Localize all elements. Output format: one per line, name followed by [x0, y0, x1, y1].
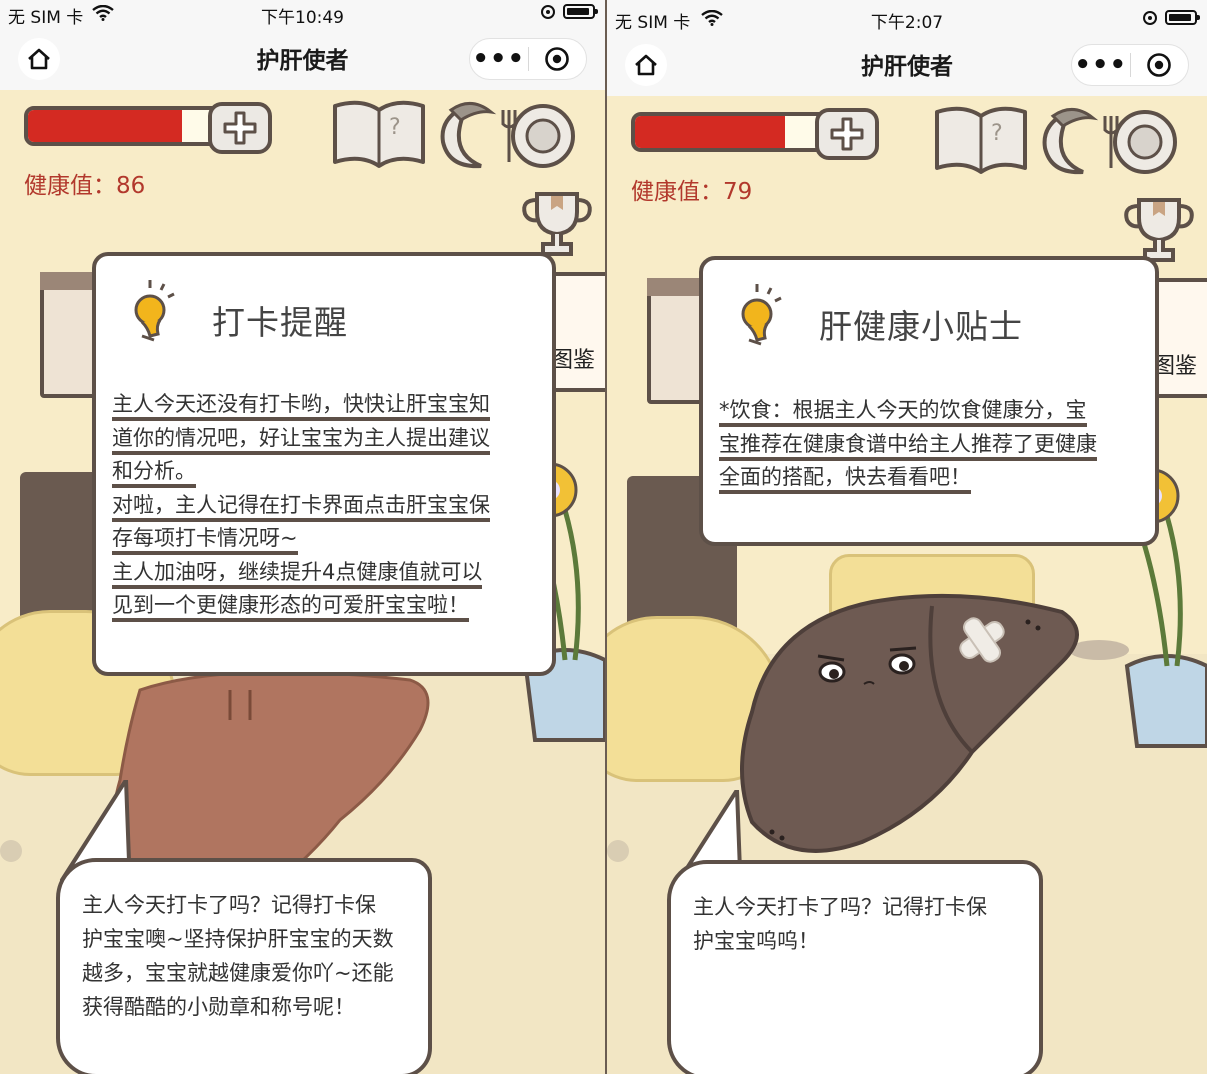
speech-bubble: 主人今天打卡了吗？记得打卡保 护宝宝噢~坚持保护肝宝宝的天数 越多，宝宝就越健康…: [56, 858, 432, 1074]
svg-text:?: ?: [991, 121, 1003, 146]
card-line: 主人今天还没有打卡哟，快快让肝宝宝知: [112, 392, 490, 421]
nav-bar: 护肝使者 •••: [0, 28, 605, 90]
card-line: 主人加油呀，继续提升4点健康值就可以: [112, 559, 483, 589]
card-line: 宝推荐在健康食谱中给主人推荐了更健康: [719, 431, 1097, 461]
health-bar-fill: [635, 116, 785, 148]
collection-label: 图鉴: [1152, 354, 1197, 379]
svg-text:?: ?: [389, 115, 401, 140]
status-time: 下午10:49: [261, 8, 344, 28]
more-dots-icon[interactable]: •••: [470, 46, 528, 72]
card-line: 存每项打卡情况呀~: [112, 526, 298, 555]
speech-line: 主人今天打卡了吗？记得打卡保: [693, 895, 987, 919]
add-health-button[interactable]: [208, 102, 272, 154]
close-program-button[interactable]: [529, 46, 587, 72]
game-scene: 图鉴 健康值：79 ? 肝健康小贴士 *饮食：根据主人今天的饮食健康分，宝 宝推…: [607, 96, 1207, 1074]
speech-bubble: 主人今天打卡了吗？记得打卡保 护宝宝呜呜！: [667, 860, 1043, 1074]
left-screen: 无 SIM 卡 下午10:49 护肝使者 ••• 图鉴 健康值：86 ? 打卡提…: [0, 0, 605, 1074]
target-icon: [1147, 53, 1172, 77]
screenshot-pair: 无 SIM 卡 下午10:49 护肝使者 ••• 图鉴 健康值：86 ? 打卡提…: [0, 0, 1207, 1074]
mini-program-capsule: •••: [469, 38, 587, 80]
game-scene: 图鉴 健康值：86 ? 打卡提醒 主人今天还没有打卡哟，快快让肝宝宝知 道你的情…: [0, 90, 605, 1074]
plus-icon: [830, 117, 864, 151]
add-health-button[interactable]: [815, 108, 879, 160]
nav-bar: 护肝使者 •••: [607, 34, 1207, 96]
battery-icon: [1165, 10, 1200, 25]
top-icon-row: ?: [333, 100, 575, 169]
health-bar: [631, 112, 831, 152]
more-dots-icon[interactable]: •••: [1072, 52, 1130, 78]
right-screen: 无 SIM 卡 下午2:07 护肝使者 ••• 图鉴 健康值：79 ? 肝健康小…: [607, 0, 1207, 1074]
card-body: 主人今天还没有打卡哟，快快让肝宝宝知 道你的情况吧，好让宝宝为主人提出建议 和分…: [112, 388, 536, 623]
plate-fork-icon[interactable]: [1103, 110, 1177, 174]
lightbulb-icon: [741, 284, 782, 346]
card-title: 打卡提醒: [212, 303, 348, 342]
health-value-label: 健康值：79: [631, 179, 753, 205]
trophy-icon[interactable]: [1119, 194, 1199, 264]
speech-line: 主人今天打卡了吗？记得打卡保: [82, 893, 376, 917]
collection-label: 图鉴: [550, 348, 595, 373]
speech-line: 护宝宝噢~坚持保护肝宝宝的天数: [82, 927, 394, 951]
health-bar-fill: [28, 110, 182, 142]
trophy-icon[interactable]: [517, 188, 597, 258]
book-icon[interactable]: ?: [935, 106, 1027, 174]
status-bar: 无 SIM 卡 下午2:07: [607, 0, 1207, 34]
moon-sleep-icon[interactable]: [1042, 108, 1099, 175]
close-program-button[interactable]: [1131, 52, 1189, 78]
reminder-card: 打卡提醒 主人今天还没有打卡哟，快快让肝宝宝知 道你的情况吧，好让宝宝为主人提出…: [92, 252, 556, 676]
plus-icon: [223, 111, 257, 145]
orientation-lock-icon: [541, 4, 555, 19]
speech-line: 获得酷酷的小勋章和称号呢！: [82, 995, 355, 1019]
speech-line: 越多，宝宝就越健康爱你吖~还能: [82, 961, 394, 985]
status-time: 下午2:07: [870, 13, 944, 33]
speech-bubble-text: 主人今天打卡了吗？记得打卡保 护宝宝噢~坚持保护肝宝宝的天数 越多，宝宝就越健康…: [82, 888, 418, 1024]
orientation-lock-icon: [1143, 10, 1157, 25]
card-line: 全面的搭配，快去看看吧！: [719, 465, 971, 494]
card-line: 道你的情况吧，好让宝宝为主人提出建议: [112, 425, 490, 455]
floor-dot: [0, 840, 22, 862]
card-line: *饮食：根据主人今天的饮食健康分，宝: [719, 398, 1087, 427]
top-icon-row: ?: [935, 106, 1177, 175]
sick-liver-mascot[interactable]: [732, 592, 1092, 862]
moon-sleep-icon[interactable]: [440, 102, 497, 169]
speech-line: 护宝宝呜呜！: [693, 929, 819, 953]
lightbulb-icon: [134, 280, 175, 342]
card-line: 对啦，主人记得在打卡界面点击肝宝宝保: [112, 492, 490, 522]
speech-bubble-text: 主人今天打卡了吗？记得打卡保 护宝宝呜呜！: [693, 890, 1029, 958]
health-bar: [24, 106, 224, 146]
status-bar: 无 SIM 卡 下午10:49: [0, 0, 605, 28]
book-icon[interactable]: ?: [333, 100, 425, 168]
card-line: 和分析。: [112, 459, 196, 488]
floor-dot: [607, 840, 629, 862]
health-value-label: 健康值：86: [24, 173, 146, 199]
card-line: 见到一个更健康形态的可爱肝宝宝啦！: [112, 593, 469, 622]
plate-fork-icon[interactable]: [501, 104, 575, 168]
mini-program-capsule: •••: [1071, 44, 1189, 86]
tips-card: 肝健康小贴士 *饮食：根据主人今天的饮食健康分，宝 宝推荐在健康食谱中给主人推荐…: [699, 256, 1159, 546]
target-icon: [545, 47, 570, 71]
battery-icon: [563, 4, 598, 19]
card-body: *饮食：根据主人今天的饮食健康分，宝 宝推荐在健康食谱中给主人推荐了更健康 全面…: [719, 394, 1139, 495]
card-title: 肝健康小贴士: [819, 307, 1023, 346]
